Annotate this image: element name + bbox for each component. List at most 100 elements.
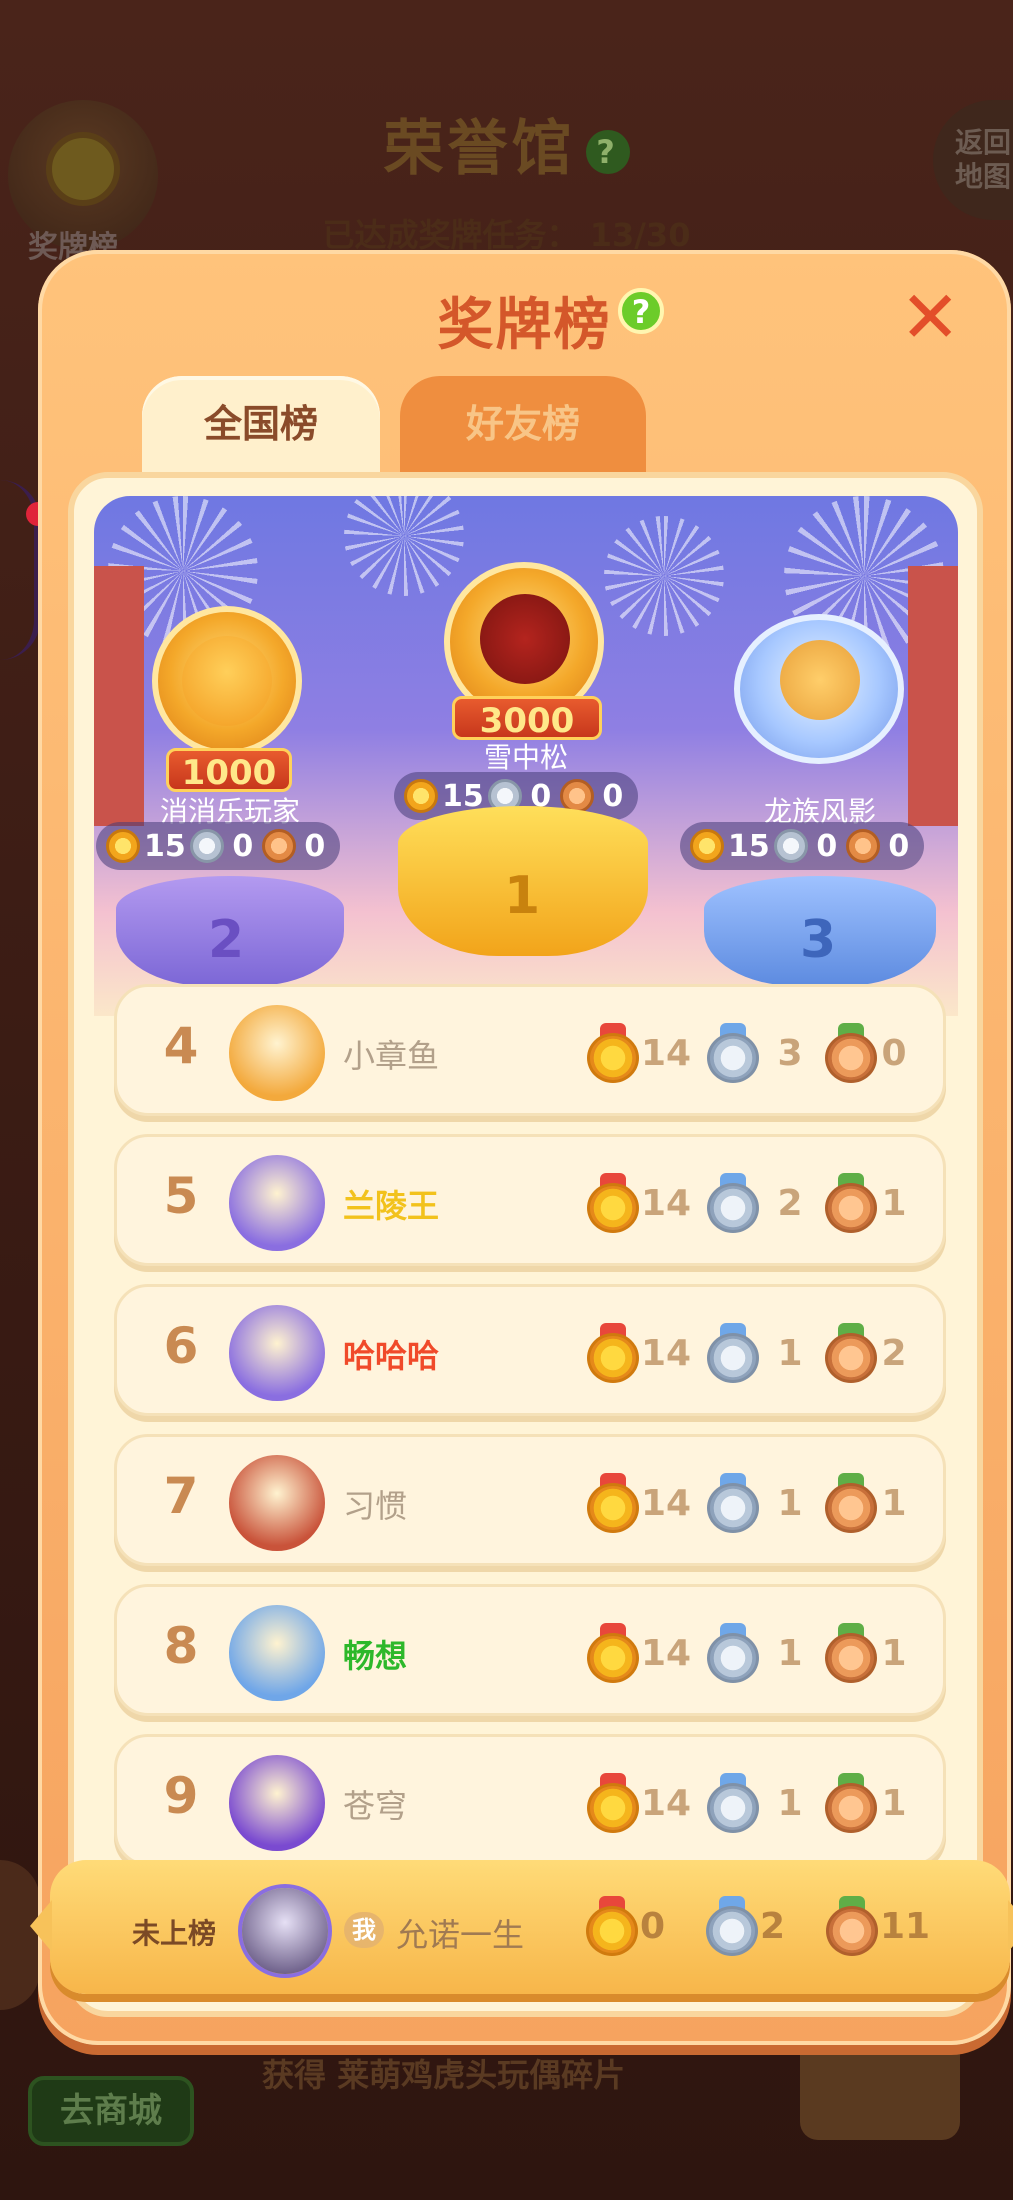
silver-medal-icon bbox=[707, 1623, 759, 1683]
gold-count: 14 bbox=[641, 1782, 692, 1824]
reward-hint: 获得 莱萌鸡虎头玩偶碎片 bbox=[262, 2056, 626, 2094]
silver-medal-icon bbox=[707, 1173, 759, 1233]
rank-number: 9 bbox=[163, 1767, 199, 1825]
pavilion-pillar bbox=[908, 566, 958, 826]
player-name: 苍穹 bbox=[343, 1787, 408, 1825]
player-name: 习惯 bbox=[343, 1487, 408, 1525]
bronze-medal-icon bbox=[825, 1023, 877, 1083]
bronze-medal-icon bbox=[825, 1323, 877, 1383]
gold-medal-icon bbox=[106, 829, 140, 863]
player-medals: 14 2 1 bbox=[587, 1171, 909, 1235]
rank-number: 8 bbox=[163, 1617, 199, 1675]
podium-stage-3: 3 bbox=[704, 876, 936, 986]
close-button[interactable]: ✕ bbox=[900, 281, 960, 353]
gold-count: 14 bbox=[641, 1482, 692, 1524]
gold-medal-icon bbox=[587, 1323, 639, 1383]
tab-friends[interactable]: 好友榜 bbox=[400, 376, 646, 472]
bronze-count: 1 bbox=[881, 1182, 907, 1224]
gold-medal-icon bbox=[404, 779, 438, 813]
dragon-calf-avatar-icon bbox=[780, 640, 860, 720]
leaderboard-row[interactable]: 7 习惯 14 1 1 bbox=[114, 1434, 946, 1566]
bronze-medal-icon bbox=[845, 829, 880, 863]
podium-stage-2: 2 bbox=[116, 876, 344, 986]
my-medals: 0 2 11 bbox=[586, 1894, 930, 1958]
player-avatar[interactable] bbox=[229, 1455, 325, 1551]
silver-medal-icon bbox=[707, 1773, 759, 1833]
bronze-medal-icon bbox=[825, 1623, 877, 1683]
bronze-medal-icon bbox=[826, 1896, 878, 1956]
gold-count: 14 bbox=[641, 1632, 692, 1674]
silver-medal-icon bbox=[707, 1473, 759, 1533]
firework-decoration bbox=[604, 516, 724, 636]
photo-avatar-icon bbox=[480, 594, 570, 684]
rank-number: 6 bbox=[163, 1317, 199, 1375]
gold-medal-icon bbox=[587, 1023, 639, 1083]
second-place-avatar[interactable] bbox=[152, 606, 302, 756]
player-medals: 14 1 2 bbox=[587, 1321, 909, 1385]
gold-medal-icon bbox=[587, 1623, 639, 1683]
bronze-medal-icon bbox=[825, 1473, 877, 1533]
close-icon: ✕ bbox=[900, 275, 961, 359]
silver-count: 2 bbox=[777, 1182, 803, 1224]
bronze-count: 11 bbox=[880, 1905, 931, 1947]
gold-count: 14 bbox=[641, 1182, 692, 1224]
tab-national[interactable]: 全国榜 bbox=[142, 376, 380, 472]
me-badge: 我 bbox=[344, 1912, 384, 1948]
silver-medal-icon bbox=[707, 1323, 759, 1383]
bronze-count: 2 bbox=[881, 1332, 907, 1374]
go-to-shop-button[interactable]: 去商城 bbox=[28, 2076, 194, 2146]
player-avatar[interactable] bbox=[229, 1605, 325, 1701]
bronze-medal-icon bbox=[825, 1773, 877, 1833]
player-medals: 14 3 0 bbox=[587, 1021, 909, 1085]
player-name: 小章鱼 bbox=[343, 1037, 440, 1075]
bronze-count: 0 bbox=[881, 1032, 907, 1074]
leaderboard-row[interactable]: 9 苍穹 14 1 1 bbox=[114, 1734, 946, 1866]
bronze-medal-icon bbox=[825, 1173, 877, 1233]
second-place-medals: 15 0 0 bbox=[96, 822, 340, 870]
player-avatar[interactable] bbox=[229, 1005, 325, 1101]
my-avatar[interactable] bbox=[238, 1884, 332, 1978]
silver-count: 1 bbox=[777, 1332, 803, 1374]
gold-count: 14 bbox=[641, 1332, 692, 1374]
first-place-score-badge: 3000 bbox=[452, 696, 602, 741]
gold-medal-icon bbox=[690, 829, 724, 863]
second-place-score-badge: 1000 bbox=[166, 748, 292, 793]
bronze-count: 1 bbox=[881, 1632, 907, 1674]
silver-count: 1 bbox=[777, 1632, 803, 1674]
leaderboard-row[interactable]: 4 小章鱼 14 3 0 bbox=[114, 984, 946, 1116]
gold-medal-icon bbox=[586, 1896, 638, 1956]
bronze-count: 1 bbox=[881, 1782, 907, 1824]
player-avatar[interactable] bbox=[229, 1755, 325, 1851]
help-question-icon[interactable]: ? bbox=[618, 288, 664, 334]
gold-count: 14 bbox=[641, 1032, 692, 1074]
player-avatar[interactable] bbox=[229, 1305, 325, 1401]
my-name: 允诺一生 bbox=[396, 1916, 525, 1954]
musician-avatar-icon bbox=[242, 1888, 328, 1974]
player-medals: 14 1 1 bbox=[587, 1621, 909, 1685]
gold-count: 0 bbox=[640, 1905, 666, 1947]
rank-number: 7 bbox=[163, 1467, 199, 1525]
rank-number: 4 bbox=[163, 1017, 199, 1075]
silver-count: 2 bbox=[760, 1905, 786, 1947]
silver-medal-icon bbox=[706, 1896, 758, 1956]
player-medals: 14 1 1 bbox=[587, 1771, 909, 1835]
bronze-medal-icon bbox=[261, 829, 296, 863]
silver-count: 1 bbox=[777, 1482, 803, 1524]
silver-count: 3 bbox=[777, 1032, 803, 1074]
player-name: 哈哈哈 bbox=[343, 1337, 440, 1375]
third-place-avatar[interactable] bbox=[734, 614, 904, 764]
gold-medal-icon bbox=[587, 1473, 639, 1533]
leaderboard-row[interactable]: 8 畅想 14 1 1 bbox=[114, 1584, 946, 1716]
player-medals: 14 1 1 bbox=[587, 1471, 909, 1535]
leaderboard-row[interactable]: 6 哈哈哈 14 1 2 bbox=[114, 1284, 946, 1416]
question-icon[interactable]: ? bbox=[585, 130, 630, 175]
pavilion-pillar bbox=[94, 566, 144, 826]
hall-of-honor-title: 荣誉馆? bbox=[0, 100, 1013, 187]
modal-title: 奖牌榜 bbox=[437, 293, 612, 358]
third-place-medals: 15 0 0 bbox=[680, 822, 924, 870]
leaderboard-row[interactable]: 5 兰陵王 14 2 1 bbox=[114, 1134, 946, 1266]
player-name: 畅想 bbox=[343, 1637, 408, 1675]
top-three-podium: 1000 消消乐玩家 3000 雪中松 龙族风影 15 0 0 15 0 0 1… bbox=[94, 496, 958, 1016]
player-avatar[interactable] bbox=[229, 1155, 325, 1251]
first-place-name: 雪中松 bbox=[483, 741, 568, 774]
